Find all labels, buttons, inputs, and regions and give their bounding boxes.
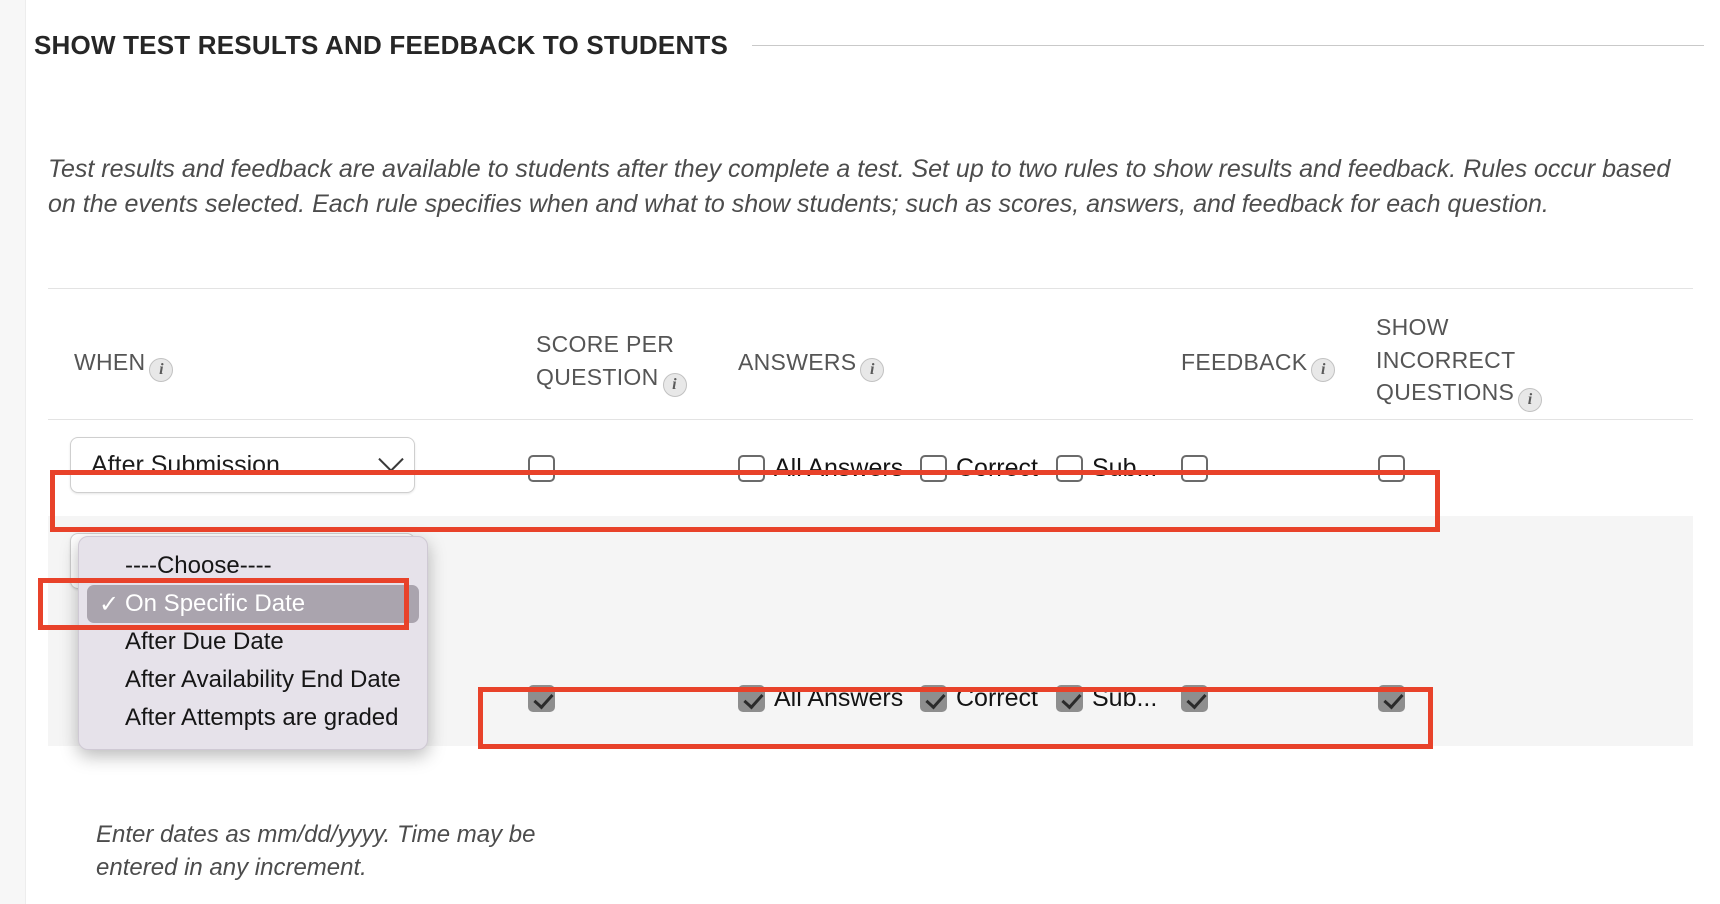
dropdown-option-after-due-date[interactable]: ✓ After Due Date [87,623,419,661]
dropdown-option-after-attempts-are-graded[interactable]: ✓ After Attempts are graded [87,699,419,737]
checkbox-icon[interactable] [1181,684,1208,712]
column-header-when: WHEN i [74,346,174,382]
info-icon[interactable]: i [1518,388,1543,413]
checkbox-icon[interactable] [738,684,765,712]
checkbox-correct-rule-2[interactable]: Correct [920,650,1038,746]
dropdown-option-label: After Availability End Date [125,666,401,693]
dropdown-option-label: After Due Date [125,628,284,655]
checkbox-all-answers-rule-2[interactable]: All Answers [738,650,903,746]
checkbox-icon[interactable] [1056,684,1083,712]
column-header-score-per-question: SCORE PER QUESTION i [536,328,716,397]
checkbox-icon[interactable] [528,454,555,482]
when-dropdown-menu[interactable]: ✓ ----Choose---- ✓ On Specific Date ✓ Af… [78,536,428,750]
when-select-rule-1-value: After Submission [91,450,280,479]
checkbox-submitted-rule-2[interactable]: Sub... [1056,650,1157,746]
dropdown-option-label: ----Choose---- [125,552,272,579]
dropdown-option-on-specific-date[interactable]: ✓ On Specific Date [87,585,419,623]
checkbox-score-per-question-rule-1[interactable] [528,420,555,516]
checkbox-submitted-rule-1[interactable]: Sub... [1056,420,1157,516]
when-select-rule-1[interactable]: After Submission [70,437,415,493]
dropdown-option-label: After Attempts are graded [125,704,399,731]
checkbox-icon[interactable] [920,684,947,712]
chevron-down-icon [378,446,404,473]
column-header-feedback: FEEDBACK i [1181,346,1336,382]
checkbox-icon[interactable] [1378,684,1405,712]
checkbox-icon[interactable] [1181,454,1208,482]
checkbox-label: All Answers [774,683,904,712]
column-header-feedback-label: FEEDBACK [1181,349,1308,375]
info-icon[interactable]: i [149,358,174,382]
page-root: SHOW TEST RESULTS AND FEEDBACK TO STUDEN… [0,0,1720,904]
checkbox-show-incorrect-rule-2[interactable] [1378,650,1405,746]
dropdown-option-label: On Specific Date [125,590,306,617]
column-header-score-per-question-label: SCORE PER QUESTION [536,331,675,390]
checkbox-label: Sub... [1092,683,1158,712]
table-header-row: WHEN i SCORE PER QUESTION i ANSWERS i FEEDB… [48,289,1693,419]
checkbox-feedback-rule-1[interactable] [1181,420,1208,516]
checkbox-icon[interactable] [1378,454,1405,482]
checkbox-icon[interactable] [738,454,765,482]
check-icon: ✓ [99,590,120,618]
section-description: Test results and feedback are available … [48,155,1671,218]
checkbox-label: All Answers [774,453,904,482]
info-icon[interactable]: i [1311,358,1336,382]
column-header-show-incorrect-questions-label: SHOW INCORRECT QUESTIONS [1376,314,1516,406]
checkbox-icon[interactable] [920,454,947,482]
column-header-answers-label: ANSWERS [738,349,857,375]
info-icon[interactable]: i [860,358,885,382]
header-divider [752,45,1704,46]
checkbox-correct-rule-1[interactable]: Correct [920,420,1038,516]
info-icon[interactable]: i [662,372,687,397]
section-header: SHOW TEST RESULTS AND FEEDBACK TO STUDEN… [34,30,1704,61]
column-header-when-label: WHEN [74,349,146,375]
checkbox-all-answers-rule-1[interactable]: All Answers [738,420,903,516]
date-format-hint: Enter dates as mm/dd/yyyy. Time may be e… [96,821,536,882]
column-header-show-incorrect-questions: SHOW INCORRECT QUESTIONS i [1376,311,1576,413]
checkbox-label: Sub... [1092,453,1158,482]
dropdown-option-after-availability-end-date[interactable]: ✓ After Availability End Date [87,661,419,699]
column-header-answers: ANSWERS i [738,346,885,382]
dropdown-option-choose[interactable]: ✓ ----Choose---- [87,547,419,585]
page-title: SHOW TEST RESULTS AND FEEDBACK TO STUDEN… [34,30,729,60]
checkbox-label: Correct [956,683,1038,712]
page-gutter [0,0,26,904]
table-row: After Submission All Answers Correct Sub… [48,420,1693,516]
checkbox-icon[interactable] [528,684,555,712]
checkbox-score-per-question-rule-2[interactable] [528,650,555,746]
checkbox-show-incorrect-rule-1[interactable] [1378,420,1405,516]
checkbox-icon[interactable] [1056,454,1083,482]
checkbox-feedback-rule-2[interactable] [1181,650,1208,746]
checkbox-label: Correct [956,453,1038,482]
page-content: SHOW TEST RESULTS AND FEEDBACK TO STUDEN… [26,0,1720,904]
